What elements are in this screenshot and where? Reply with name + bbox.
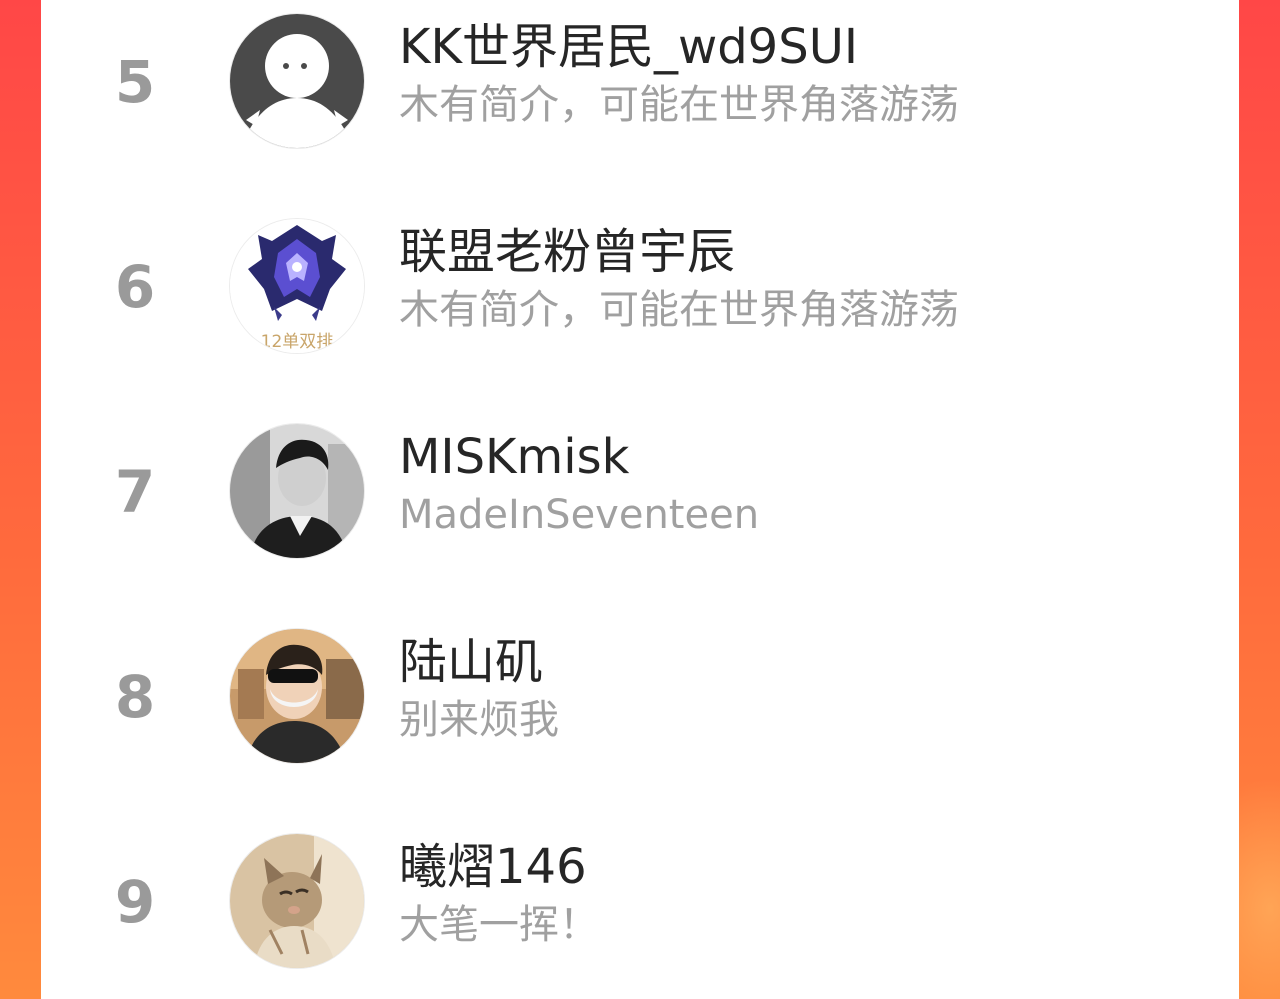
leaderboard-row[interactable]: 8 陆山矶 别来烦我 <box>41 629 1239 809</box>
cat-photo-avatar[interactable] <box>230 834 364 968</box>
game-rank-emblem-avatar[interactable]: 12单双排 <box>230 219 364 353</box>
leaderboard-screen: 5 KK世界居民_wd9SUI 木有简介，可能在世界角落游荡 6 12单双排 联… <box>0 0 1280 999</box>
leaderboard-row[interactable]: 5 KK世界居民_wd9SUI 木有简介，可能在世界角落游荡 <box>41 14 1239 194</box>
user-name: 陆山矶 <box>399 634 544 690</box>
leaderboard-row[interactable]: 6 12单双排 联盟老粉曾宇辰 木有简介，可能在世界角落游荡 <box>41 219 1239 399</box>
avatar-caption: 12单双排 <box>261 332 334 352</box>
user-name: 联盟老粉曾宇辰 <box>399 224 736 280</box>
user-bio: 木有简介，可能在世界角落游荡 <box>399 287 959 333</box>
rank-number: 6 <box>114 253 156 321</box>
leaderboard-panel: 5 KK世界居民_wd9SUI 木有简介，可能在世界角落游荡 6 12单双排 联… <box>41 0 1239 999</box>
user-bio: 别来烦我 <box>399 697 559 743</box>
user-bio: MadeInSeventeen <box>399 492 760 538</box>
user-name: KK世界居民_wd9SUI <box>399 19 858 75</box>
person-mask-photo-avatar[interactable] <box>230 629 364 763</box>
person-photo-avatar[interactable] <box>230 424 364 558</box>
leaderboard-row[interactable]: 7 MISKmisk MadeInSeventeen <box>41 424 1239 604</box>
rank-number: 5 <box>114 48 156 116</box>
user-bio: 木有简介，可能在世界角落游荡 <box>399 82 959 128</box>
user-name: 曦熠146 <box>399 839 587 895</box>
user-bio: 大笔一挥！ <box>399 902 599 948</box>
rank-number: 7 <box>114 458 156 526</box>
rank-number: 8 <box>114 663 156 731</box>
leaderboard-row[interactable]: 9 曦熠146 大笔一挥！ <box>41 834 1239 999</box>
rank-number: 9 <box>114 868 156 936</box>
default-ghost-avatar-icon[interactable] <box>230 14 364 148</box>
user-name: MISKmisk <box>399 429 630 485</box>
